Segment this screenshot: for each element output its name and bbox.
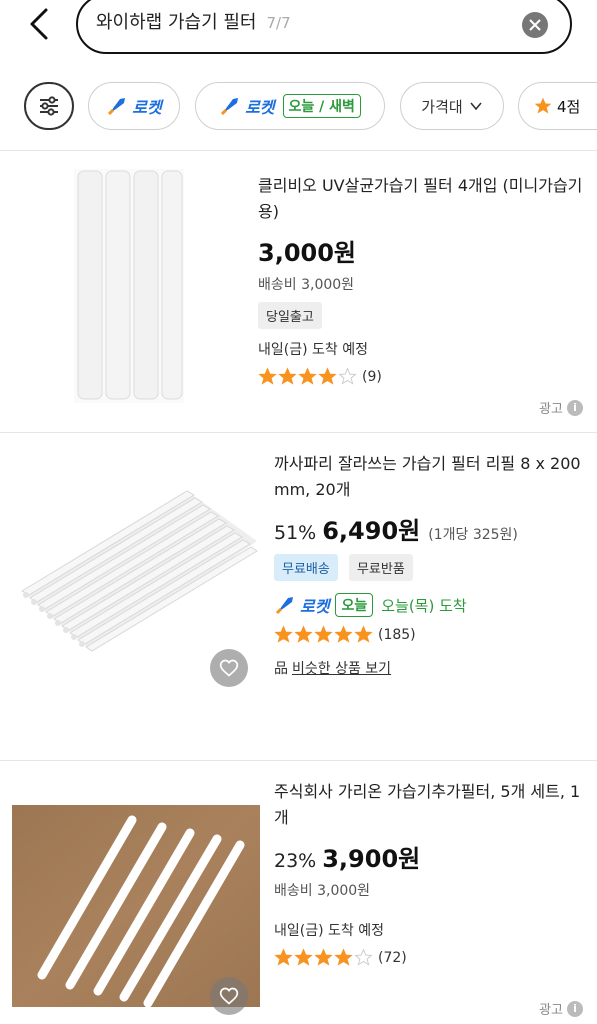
ad-label-text: 광고	[539, 402, 563, 417]
search-counter: 7/7	[266, 14, 291, 32]
heart-icon	[219, 659, 239, 677]
rating-row: (9)	[258, 367, 583, 386]
ad-label[interactable]: 광고 i	[539, 999, 583, 1018]
product-card[interactable]: 주식회사 가리온 가습기추가필터, 5개 세트, 1개 23% 3,900원 배…	[0, 760, 597, 1024]
today-dawn-badge: 오늘 / 새벽	[282, 94, 361, 118]
price-row: 51% 6,490원 (1개당 325원)	[274, 511, 584, 546]
star-rating	[274, 948, 374, 967]
product-image[interactable]	[74, 169, 184, 403]
star-icon	[534, 97, 552, 114]
star-filled-icon	[294, 625, 313, 643]
chevron-down-icon	[470, 102, 482, 111]
chevron-left-icon	[30, 8, 48, 40]
star-filled-icon	[334, 948, 353, 966]
rating-row: (72)	[274, 948, 584, 967]
star-filled-icon	[334, 625, 353, 643]
similar-products-link[interactable]: 品 비슷한 상품 보기	[274, 658, 584, 678]
filter-settings-button[interactable]	[24, 82, 74, 130]
product-info: 까사파리 잘라쓰는 가습기 필터 리필 8 x 200 mm, 20개 51% …	[274, 451, 584, 678]
shipping-fee: 배송비 3,000원	[274, 883, 371, 899]
star-empty-icon	[338, 367, 357, 385]
filter-bar: 로켓 로켓 오늘 / 새벽 가격대 4점	[0, 78, 597, 134]
product-image[interactable]	[12, 481, 260, 661]
star-filled-icon	[274, 625, 293, 643]
arrival-estimate: 오늘(목) 도착	[381, 596, 467, 615]
star-filled-icon	[294, 948, 313, 966]
product-card[interactable]: 까사파리 잘라쓰는 가습기 필터 리필 8 x 200 mm, 20개 51% …	[0, 432, 597, 760]
rocket-label: 로켓	[300, 597, 330, 616]
search-input[interactable]: 와이하랩 가습기 필터 7/7	[76, 0, 572, 54]
heart-icon	[219, 987, 239, 1005]
discount-rate: 51%	[274, 522, 317, 544]
filter-rocket-today-chip[interactable]: 로켓 오늘 / 새벽	[195, 82, 385, 130]
rating-row: (185)	[274, 625, 584, 644]
sliders-icon	[40, 96, 58, 116]
filter-price-chip[interactable]: 가격대	[400, 82, 504, 130]
shipping-fee: 배송비 3,000원	[258, 277, 355, 293]
ad-label-text: 광고	[539, 1003, 563, 1018]
star-filled-icon	[314, 948, 333, 966]
review-count: (72)	[378, 949, 407, 966]
star-filled-icon	[298, 367, 317, 385]
search-query: 와이하랩 가습기 필터	[96, 12, 257, 33]
tag-row: 무료배송 무료반품	[274, 546, 584, 581]
search-query-text: 와이하랩 가습기 필터 7/7	[96, 8, 291, 34]
review-count: (185)	[378, 626, 416, 643]
ad-label[interactable]: 광고 i	[539, 398, 583, 417]
free-shipping-badge: 무료배송	[274, 554, 338, 581]
price-row: 3,000원	[258, 233, 583, 268]
wishlist-button[interactable]	[210, 977, 248, 1015]
info-icon: i	[567, 1000, 583, 1017]
product-image[interactable]	[12, 805, 260, 1007]
rocket-chip-label: 로켓	[132, 98, 162, 117]
rating-chip-label: 4점	[557, 97, 581, 116]
product-title[interactable]: 까사파리 잘라쓰는 가습기 필터 리필 8 x 200 mm, 20개	[274, 451, 584, 503]
product-card[interactable]: 클리비오 UV살균가습기 필터 4개입 (미니가습기용) 3,000원 배송비 …	[0, 151, 597, 431]
similar-products-label: 비슷한 상품 보기	[292, 661, 392, 677]
star-filled-icon	[274, 948, 293, 966]
product-price: 3,000원	[258, 239, 356, 267]
star-rating	[274, 625, 374, 644]
product-price: 3,900원	[322, 845, 421, 873]
rocket-icon	[221, 98, 239, 116]
wishlist-button[interactable]	[210, 649, 248, 687]
star-filled-icon	[258, 367, 277, 385]
product-title[interactable]: 주식회사 가리온 가습기추가필터, 5개 세트, 1개	[274, 779, 584, 831]
arrival-estimate: 내일(금) 도착 예정	[274, 923, 384, 939]
product-info: 클리비오 UV살균가습기 필터 4개입 (미니가습기용) 3,000원 배송비 …	[258, 173, 583, 386]
rocket-icon	[108, 98, 126, 116]
tag-row: 당일출고	[258, 294, 583, 329]
discount-rate: 23%	[274, 850, 317, 872]
today-badge: 오늘	[335, 593, 374, 617]
price-row: 23% 3,900원	[274, 839, 584, 874]
same-day-shipping-badge: 당일출고	[258, 302, 322, 329]
clear-search-button[interactable]	[522, 12, 548, 38]
rocket-delivery-row: 로켓 오늘 오늘(목) 도착	[274, 593, 584, 617]
product-title[interactable]: 클리비오 UV살균가습기 필터 4개입 (미니가습기용)	[258, 173, 583, 225]
rocket-today-chip-label: 로켓	[245, 98, 275, 117]
free-return-badge: 무료반품	[348, 554, 413, 581]
back-button[interactable]	[20, 4, 60, 44]
star-filled-icon	[318, 367, 337, 385]
price-chip-label: 가격대	[421, 97, 463, 116]
close-icon	[529, 19, 541, 31]
unit-price: (1개당 325원)	[428, 527, 518, 543]
review-count: (9)	[362, 368, 382, 385]
star-filled-icon	[354, 625, 373, 643]
star-filled-icon	[278, 367, 297, 385]
star-filled-icon	[314, 625, 333, 643]
grid-icon: 品	[274, 661, 288, 677]
product-info: 주식회사 가리온 가습기추가필터, 5개 세트, 1개 23% 3,900원 배…	[274, 779, 584, 967]
arrival-estimate: 내일(금) 도착 예정	[258, 342, 368, 358]
rocket-icon	[275, 597, 293, 615]
filter-rocket-chip[interactable]: 로켓	[88, 82, 180, 130]
product-price: 6,490원	[322, 517, 421, 545]
filter-rating-chip[interactable]: 4점	[518, 82, 597, 130]
header: 와이하랩 가습기 필터 7/7	[0, 0, 597, 56]
info-icon: i	[567, 399, 583, 416]
star-empty-icon	[354, 948, 373, 966]
star-rating	[258, 367, 358, 386]
